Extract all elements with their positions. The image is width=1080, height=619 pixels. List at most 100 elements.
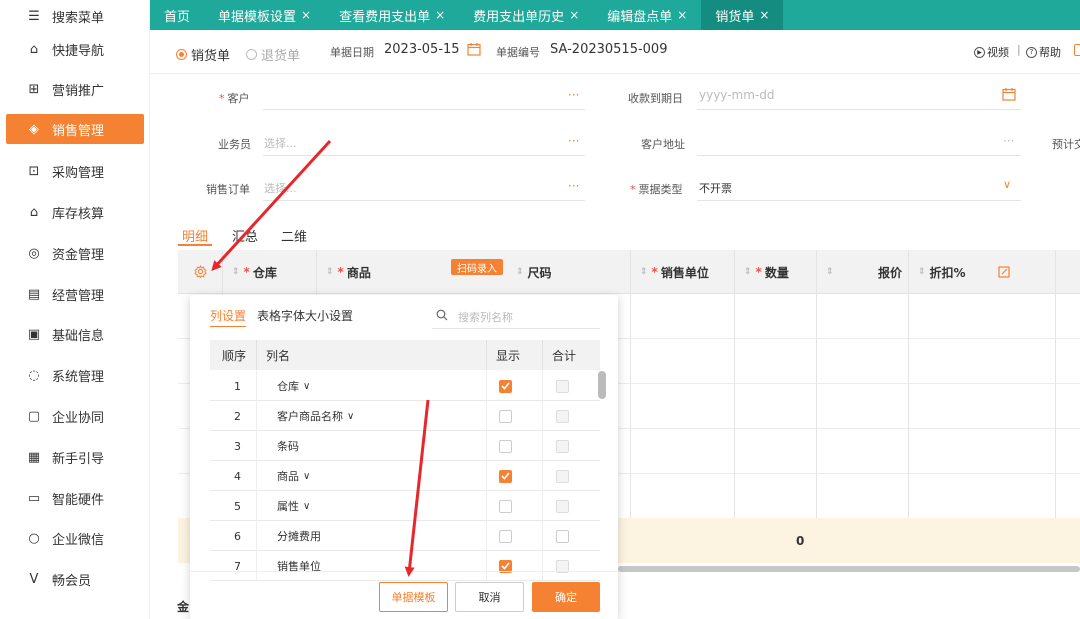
salesman-underline — [263, 155, 585, 156]
calendar-icon[interactable] — [467, 42, 481, 59]
total-quantity: 0 — [796, 534, 805, 548]
grid-column-header[interactable]: ⇕ 尺码 — [516, 250, 552, 294]
panel-toggle-icon[interactable] — [1074, 44, 1080, 56]
ticket-type-select[interactable]: 不开票 — [699, 180, 732, 196]
popup-scrollbar[interactable] — [598, 371, 606, 399]
tab-detail[interactable]: 明细 — [182, 226, 208, 245]
due-date-input[interactable]: yyyy-mm-dd — [699, 88, 774, 102]
customer-label: * 客户 — [219, 92, 250, 105]
customer-more-icon[interactable]: ··· — [568, 88, 579, 102]
chevron-down-icon[interactable]: ∨ — [303, 471, 310, 482]
top-tab-1[interactable]: 单据模板设置 × — [204, 0, 325, 30]
close-icon[interactable]: × — [435, 8, 445, 22]
column-search-input[interactable]: 搜索列名称 — [432, 305, 600, 329]
salesman-more-icon[interactable]: ··· — [568, 134, 579, 148]
due-date-calendar-icon[interactable] — [1002, 87, 1016, 104]
address-input[interactable] — [697, 155, 1021, 156]
template-button[interactable]: 单据模板 — [379, 582, 448, 612]
scan-entry-button[interactable]: 扫码录入 — [451, 259, 503, 275]
cancel-button[interactable]: 取消 — [455, 582, 524, 612]
confirm-button[interactable]: 确定 — [532, 582, 600, 612]
chevron-down-icon[interactable]: ∨ — [347, 411, 354, 422]
row-column-name-text: 条码 — [277, 440, 299, 453]
grid-column-header[interactable]: ⇕ 折扣% — [918, 250, 966, 294]
popup-tab-font-size[interactable]: 表格字体大小设置 — [257, 307, 353, 324]
sidebar-item-label: 采购管理 — [52, 165, 105, 181]
address-label: 客户地址 — [641, 138, 685, 151]
customer-input[interactable] — [263, 109, 585, 110]
grid-column-header[interactable]: ⇕ * 仓库 — [232, 250, 277, 294]
date-value[interactable]: 2023-05-15 — [384, 42, 460, 57]
sales-order-more-icon[interactable]: ··· — [568, 179, 579, 193]
sidebar-item-9[interactable]: ◌ 系统管理 — [0, 359, 150, 391]
grid-horizontal-scrollbar[interactable] — [618, 566, 1080, 572]
popup-table-header: 顺序 列名 显示 合计 — [210, 340, 600, 370]
tab-summary[interactable]: 汇总 — [232, 226, 258, 245]
sidebar-item-4[interactable]: ⊡ 采购管理 — [0, 155, 150, 187]
show-checkbox[interactable] — [499, 469, 512, 483]
chevron-down-icon[interactable]: ∨ — [303, 501, 310, 512]
help-link[interactable]: ? 帮助 — [1026, 44, 1061, 60]
top-tab-0[interactable]: 首页 — [150, 0, 204, 30]
sidebar-item-11[interactable]: ▦ 新手引导 — [0, 441, 150, 473]
close-icon[interactable]: × — [677, 8, 687, 22]
sidebar-item-2[interactable]: ⊞ 营销推广 — [0, 73, 150, 105]
sidebar-item-label: 新手引导 — [52, 451, 105, 467]
sidebar-item-7[interactable]: ▤ 经营管理 — [0, 278, 150, 310]
sort-icon[interactable]: ⇕ — [232, 267, 240, 277]
address-more-icon[interactable]: ··· — [1003, 134, 1014, 148]
sidebar-item-6[interactable]: ◎ 资金管理 — [0, 237, 150, 269]
sidebar-item-12[interactable]: ▭ 智能硬件 — [0, 482, 150, 514]
chevron-down-icon[interactable]: ∨ — [303, 381, 310, 392]
grid-column-header[interactable]: ⇕ 报价 — [826, 250, 918, 294]
sort-icon[interactable]: ⇕ — [516, 267, 524, 277]
top-tab-2[interactable]: 查看费用支出单 × — [325, 0, 459, 30]
sidebar-item-10[interactable]: ▢ 企业协同 — [0, 400, 150, 432]
salesman-label: 业务员 — [218, 138, 251, 151]
sort-icon[interactable]: ⇕ — [744, 267, 752, 277]
show-checkbox[interactable] — [499, 529, 512, 543]
close-icon[interactable]: × — [569, 8, 579, 22]
sidebar-item-8[interactable]: ▣ 基础信息 — [0, 318, 150, 350]
video-label: 视频 — [987, 46, 1009, 59]
grid-column-header[interactable]: ⇕ * 销售单位 — [640, 250, 709, 294]
grid-column-header[interactable]: ⇕ * 数量 — [744, 250, 789, 294]
sales-order-input[interactable]: 选择... — [264, 180, 297, 196]
show-checkbox[interactable] — [499, 409, 512, 423]
close-icon[interactable]: × — [759, 8, 769, 22]
help-icon: ? — [1026, 46, 1037, 58]
sidebar-item-0[interactable]: ☰ 搜索菜单 — [0, 0, 150, 32]
row-column-name-text: 客户商品名称 — [277, 410, 343, 423]
column-settings-gear-icon[interactable] — [194, 264, 207, 281]
grid-column-header[interactable]: ⇕ * 商品 — [326, 250, 371, 294]
chevron-down-icon[interactable]: ∨ — [1003, 178, 1011, 191]
sum-checkbox[interactable] — [556, 529, 569, 543]
sort-icon[interactable]: ⇕ — [640, 267, 648, 277]
show-checkbox[interactable] — [499, 499, 512, 513]
edit-icon[interactable] — [998, 266, 1010, 281]
sidebar-item-13[interactable]: ○ 企业微信 — [0, 522, 150, 554]
sort-icon[interactable]: ⇕ — [918, 267, 926, 277]
close-icon[interactable]: × — [301, 8, 311, 22]
sidebar-item-1[interactable]: ⌂ 快捷导航 — [0, 33, 150, 65]
show-checkbox[interactable] — [499, 379, 512, 393]
expected-label: 预计交 — [1052, 138, 1080, 151]
hardware-icon: ▭ — [27, 490, 41, 506]
salesman-input[interactable]: 选择... — [264, 135, 297, 151]
top-tab-3[interactable]: 费用支出单历史 × — [459, 0, 593, 30]
row-column-name: 条码 — [277, 431, 299, 461]
sidebar-item-label: 系统管理 — [52, 369, 105, 385]
radio-return-order[interactable]: 退货单 — [246, 45, 300, 64]
video-link[interactable]: ▶ 视频 — [974, 44, 1009, 60]
sort-icon[interactable]: ⇕ — [826, 267, 834, 277]
show-checkbox[interactable] — [499, 439, 512, 453]
radio-sales-order[interactable]: 销货单 — [176, 45, 230, 64]
sort-icon[interactable]: ⇕ — [326, 267, 334, 277]
popup-tab-columns[interactable]: 列设置 — [210, 307, 247, 327]
sidebar-item-3[interactable]: ◈ 销售管理 — [6, 114, 144, 144]
sidebar-item-14[interactable]: V 畅会员 — [0, 563, 150, 595]
sidebar-item-5[interactable]: ⌂ 库存核算 — [0, 196, 150, 228]
top-tab-4[interactable]: 编辑盘点单 × — [593, 0, 701, 30]
top-tab-5[interactable]: 销货单 × — [701, 0, 784, 30]
tab-2d[interactable]: 二维 — [281, 226, 307, 245]
